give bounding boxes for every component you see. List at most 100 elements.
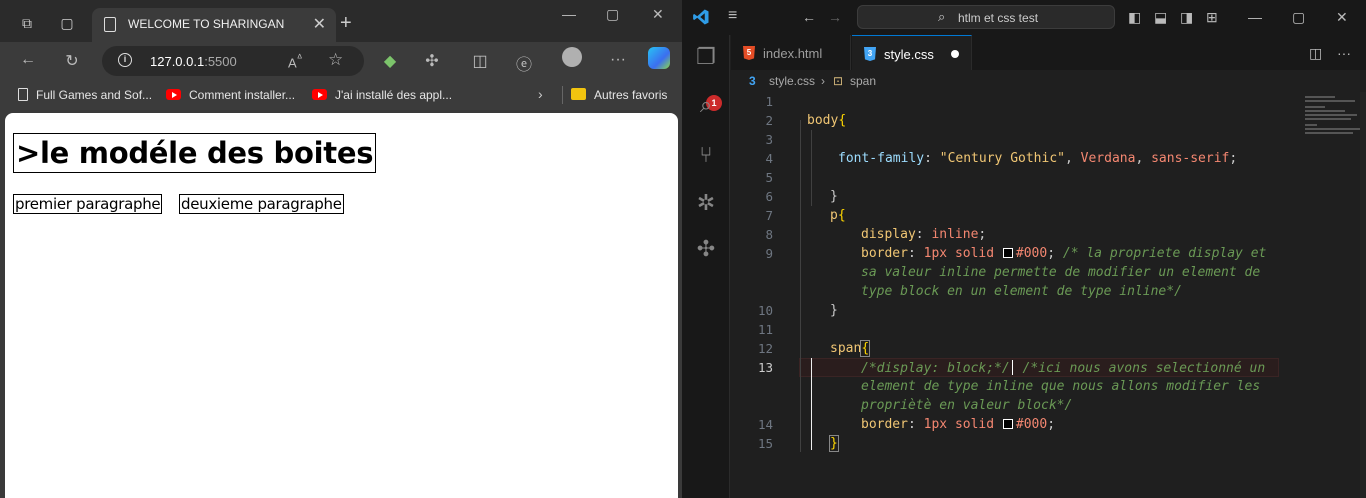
split-editor-icon[interactable]: ◫	[1309, 45, 1322, 62]
line-number: 1	[765, 94, 773, 109]
run-debug-icon[interactable]: ✲	[694, 191, 718, 215]
bookmark-item[interactable]: Comment installer...	[166, 88, 295, 102]
youtube-icon	[312, 89, 327, 100]
line-number: 2	[765, 113, 773, 128]
maximize-icon[interactable]: ▢	[1292, 9, 1305, 26]
page-viewport: >le modéle des boites premier paragraphe…	[5, 113, 678, 498]
menu-icon[interactable]: ≡	[728, 7, 737, 25]
tab-actions-icon[interactable]: ▢	[58, 14, 76, 32]
toggle-sidebar-icon[interactable]: ◧	[1128, 9, 1141, 26]
page-heading: >le modéle des boites	[13, 133, 377, 173]
line-number: 15	[757, 436, 773, 451]
line-number: 6	[765, 189, 773, 204]
minimize-icon[interactable]: —	[1248, 9, 1262, 25]
bookmark-folder[interactable]: Autres favoris	[571, 88, 667, 102]
extensions-icon[interactable]: ✣	[694, 237, 718, 261]
copilot-icon[interactable]	[648, 47, 670, 69]
indent-guide	[811, 130, 812, 206]
page-icon	[104, 17, 116, 32]
tab-style-css[interactable]: 3 style.css	[852, 35, 972, 70]
line-number: 3	[765, 132, 773, 147]
close-window-icon[interactable]: ✕	[652, 6, 664, 23]
browser-window: ⧉ ▢ WELCOME TO SHARINGAN ✕ + — ▢ ✕ ← ↻ i…	[0, 0, 682, 498]
browser-tab-active[interactable]: WELCOME TO SHARINGAN ✕	[92, 8, 336, 42]
code-line-wrap: element de type inline que nous allons m…	[861, 379, 1261, 394]
youtube-icon	[166, 89, 181, 100]
tab-label: style.css	[884, 47, 934, 62]
minimize-icon[interactable]: —	[562, 6, 576, 22]
code-line: border: 1px solid #000; /* la propriete …	[861, 246, 1267, 261]
breadcrumb-file[interactable]: style.css	[769, 74, 815, 88]
refresh-icon[interactable]: ↻	[62, 51, 82, 71]
line-number: 7	[765, 208, 773, 223]
chevron-right-icon[interactable]: ›	[538, 86, 543, 102]
folder-icon	[571, 88, 586, 100]
browser-tab-title: WELCOME TO SHARINGAN	[128, 17, 285, 31]
more-menu-icon[interactable]: ···	[608, 51, 628, 69]
nav-forward-icon[interactable]: →	[828, 9, 842, 25]
paragraph-2: deuxieme paragraphe	[179, 194, 344, 214]
paragraph-1: premier paragraphe	[13, 194, 163, 214]
unsaved-dot-icon[interactable]	[951, 50, 959, 58]
maximize-icon[interactable]: ▢	[606, 6, 619, 23]
code-line: display: inline;	[861, 227, 987, 242]
new-tab-icon[interactable]: +	[340, 12, 352, 35]
code-line-wrap: propriètè en valeur block*/	[861, 398, 1073, 413]
line-number: 12	[757, 341, 773, 356]
editor-tabs: 5 index.html 3 style.css ◫ ···	[731, 35, 1366, 70]
code-line: }	[830, 303, 838, 318]
bookmark-item[interactable]: Full Games and Sof...	[18, 88, 152, 102]
extension-icon[interactable]: ◆	[380, 51, 400, 71]
vscode-window: ≡ ← → ⌕ htlm et css test ◧ ⬓ ◨ ⊞ — ▢ ✕ ❐…	[682, 0, 1366, 498]
code-line: border: 1px solid #000;	[861, 417, 1056, 432]
code-editor[interactable]: 1 2 3 4 5 6 7 8 9 10 11 12 13 14 15 body…	[731, 92, 1366, 498]
code-line: p{	[830, 208, 846, 223]
color-swatch[interactable]	[1002, 248, 1013, 258]
search-icon[interactable]: ⌕	[694, 93, 718, 117]
divider	[562, 86, 563, 104]
vscode-logo-icon	[693, 9, 709, 25]
edge-bar-icon[interactable]: ⓔ	[514, 51, 534, 75]
workspaces-icon[interactable]: ⧉	[18, 14, 36, 32]
toggle-panel-icon[interactable]: ⬓	[1154, 9, 1167, 26]
activity-bar: ❐ 1 ⌕ ⑂ ✲ ✣	[682, 35, 730, 498]
color-swatch[interactable]	[1002, 419, 1013, 429]
css3-icon: 3	[749, 74, 756, 88]
split-screen-icon[interactable]: ◫	[470, 51, 490, 71]
line-number: 10	[757, 303, 773, 318]
tab-index-html[interactable]: 5 index.html	[731, 35, 851, 70]
more-actions-icon[interactable]: ···	[1337, 45, 1351, 61]
breadcrumb-symbol[interactable]: span	[850, 74, 876, 88]
layout-icon[interactable]: ⊞	[1206, 9, 1218, 26]
minimap[interactable]	[1291, 92, 1366, 498]
vertical-scrollbar[interactable]	[1360, 92, 1366, 498]
command-center-search[interactable]: ⌕ htlm et css test	[857, 5, 1115, 29]
bookmark-item[interactable]: J'ai installé des appl...	[312, 88, 452, 102]
code-line-wrap: sa valeur inline permette de modifier un…	[861, 265, 1261, 280]
css3-icon: 3	[864, 47, 876, 61]
line-number: 5	[765, 170, 773, 185]
read-aloud-icon[interactable]: Aᐞ	[288, 52, 303, 70]
line-number: 9	[765, 246, 773, 261]
profile-avatar[interactable]	[562, 47, 582, 67]
indent-guide-active	[811, 358, 812, 450]
nav-back-icon[interactable]: ←	[802, 9, 816, 25]
close-tab-icon[interactable]: ✕	[313, 14, 326, 34]
line-number: 14	[757, 417, 773, 432]
code-line: }	[829, 435, 839, 452]
source-control-icon[interactable]: ⑂	[694, 143, 718, 167]
toggle-secondary-sidebar-icon[interactable]: ◨	[1180, 9, 1193, 26]
explorer-icon[interactable]: ❐	[694, 45, 718, 69]
code-line: }	[830, 189, 838, 204]
url-text: 127.0.0.1:5500	[150, 54, 237, 69]
extensions-puzzle-icon[interactable]: ✣	[422, 51, 442, 71]
close-window-icon[interactable]: ✕	[1336, 9, 1348, 26]
address-bar[interactable]: i 127.0.0.1:5500 Aᐞ ☆	[102, 46, 364, 76]
code-line: span{	[830, 340, 871, 357]
back-icon[interactable]: ←	[18, 51, 38, 69]
search-icon: ⌕	[938, 9, 946, 24]
line-number: 8	[765, 227, 773, 242]
favorite-star-icon[interactable]: ☆	[328, 50, 343, 70]
info-icon[interactable]: i	[118, 53, 132, 67]
indent-guide	[800, 120, 801, 452]
